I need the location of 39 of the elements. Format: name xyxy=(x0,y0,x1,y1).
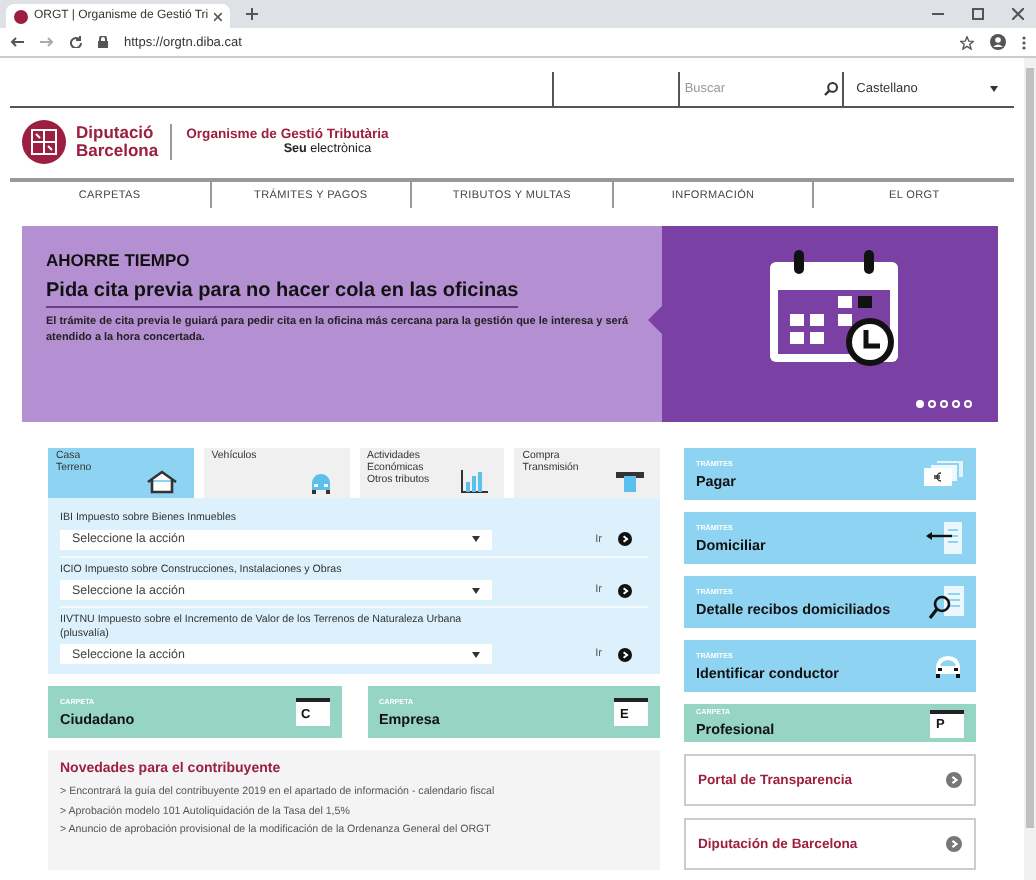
car-icon xyxy=(932,653,964,679)
carousel-dot[interactable] xyxy=(952,400,960,408)
house-icon xyxy=(145,470,178,494)
account-icon[interactable] xyxy=(990,34,1006,50)
carousel-dot[interactable] xyxy=(964,400,972,408)
logo-name: Diputació Barcelona xyxy=(76,124,173,160)
close-icon[interactable] xyxy=(1012,8,1024,20)
lock-icon xyxy=(98,36,108,48)
car-icon xyxy=(307,472,333,494)
star-icon[interactable] xyxy=(960,35,974,49)
dropdown-arrow-icon xyxy=(472,651,480,657)
banner-title: Pida cita previa para no hacer cola en las oficinas xyxy=(46,280,519,308)
arrow-circle-icon xyxy=(946,772,962,788)
logo-emblem-icon xyxy=(22,120,66,164)
banner-kicker: AHORRE TIEMPO xyxy=(46,250,192,270)
minimize-icon[interactable] xyxy=(932,8,944,20)
card-slot-icon xyxy=(616,470,644,494)
dropdown-arrow-icon xyxy=(990,86,999,92)
document-magnifier-icon xyxy=(928,585,964,619)
scrollbar[interactable] xyxy=(1024,58,1036,880)
maximize-icon[interactable] xyxy=(972,8,984,20)
reload-icon[interactable] xyxy=(70,36,82,48)
dropdown-arrow-icon xyxy=(472,587,480,593)
bar-chart-icon xyxy=(460,470,489,494)
carousel-dot[interactable] xyxy=(940,400,948,408)
document-arrow-icon xyxy=(924,522,964,554)
banknotes-icon xyxy=(924,460,964,488)
arrow-circle-icon xyxy=(946,836,962,852)
new-tab-icon[interactable] xyxy=(246,8,258,20)
favicon-icon xyxy=(14,9,28,23)
carousel-dot[interactable] xyxy=(916,400,924,408)
arrow-circle-icon[interactable] xyxy=(618,647,632,661)
carousel-dot[interactable] xyxy=(928,400,936,408)
close-icon[interactable] xyxy=(214,11,222,21)
arrow-circle-icon[interactable] xyxy=(618,532,632,546)
dropdown-arrow-icon xyxy=(472,536,480,542)
back-icon[interactable] xyxy=(10,36,24,48)
search-icon[interactable] xyxy=(824,82,839,96)
arrow-circle-icon[interactable] xyxy=(618,583,632,597)
